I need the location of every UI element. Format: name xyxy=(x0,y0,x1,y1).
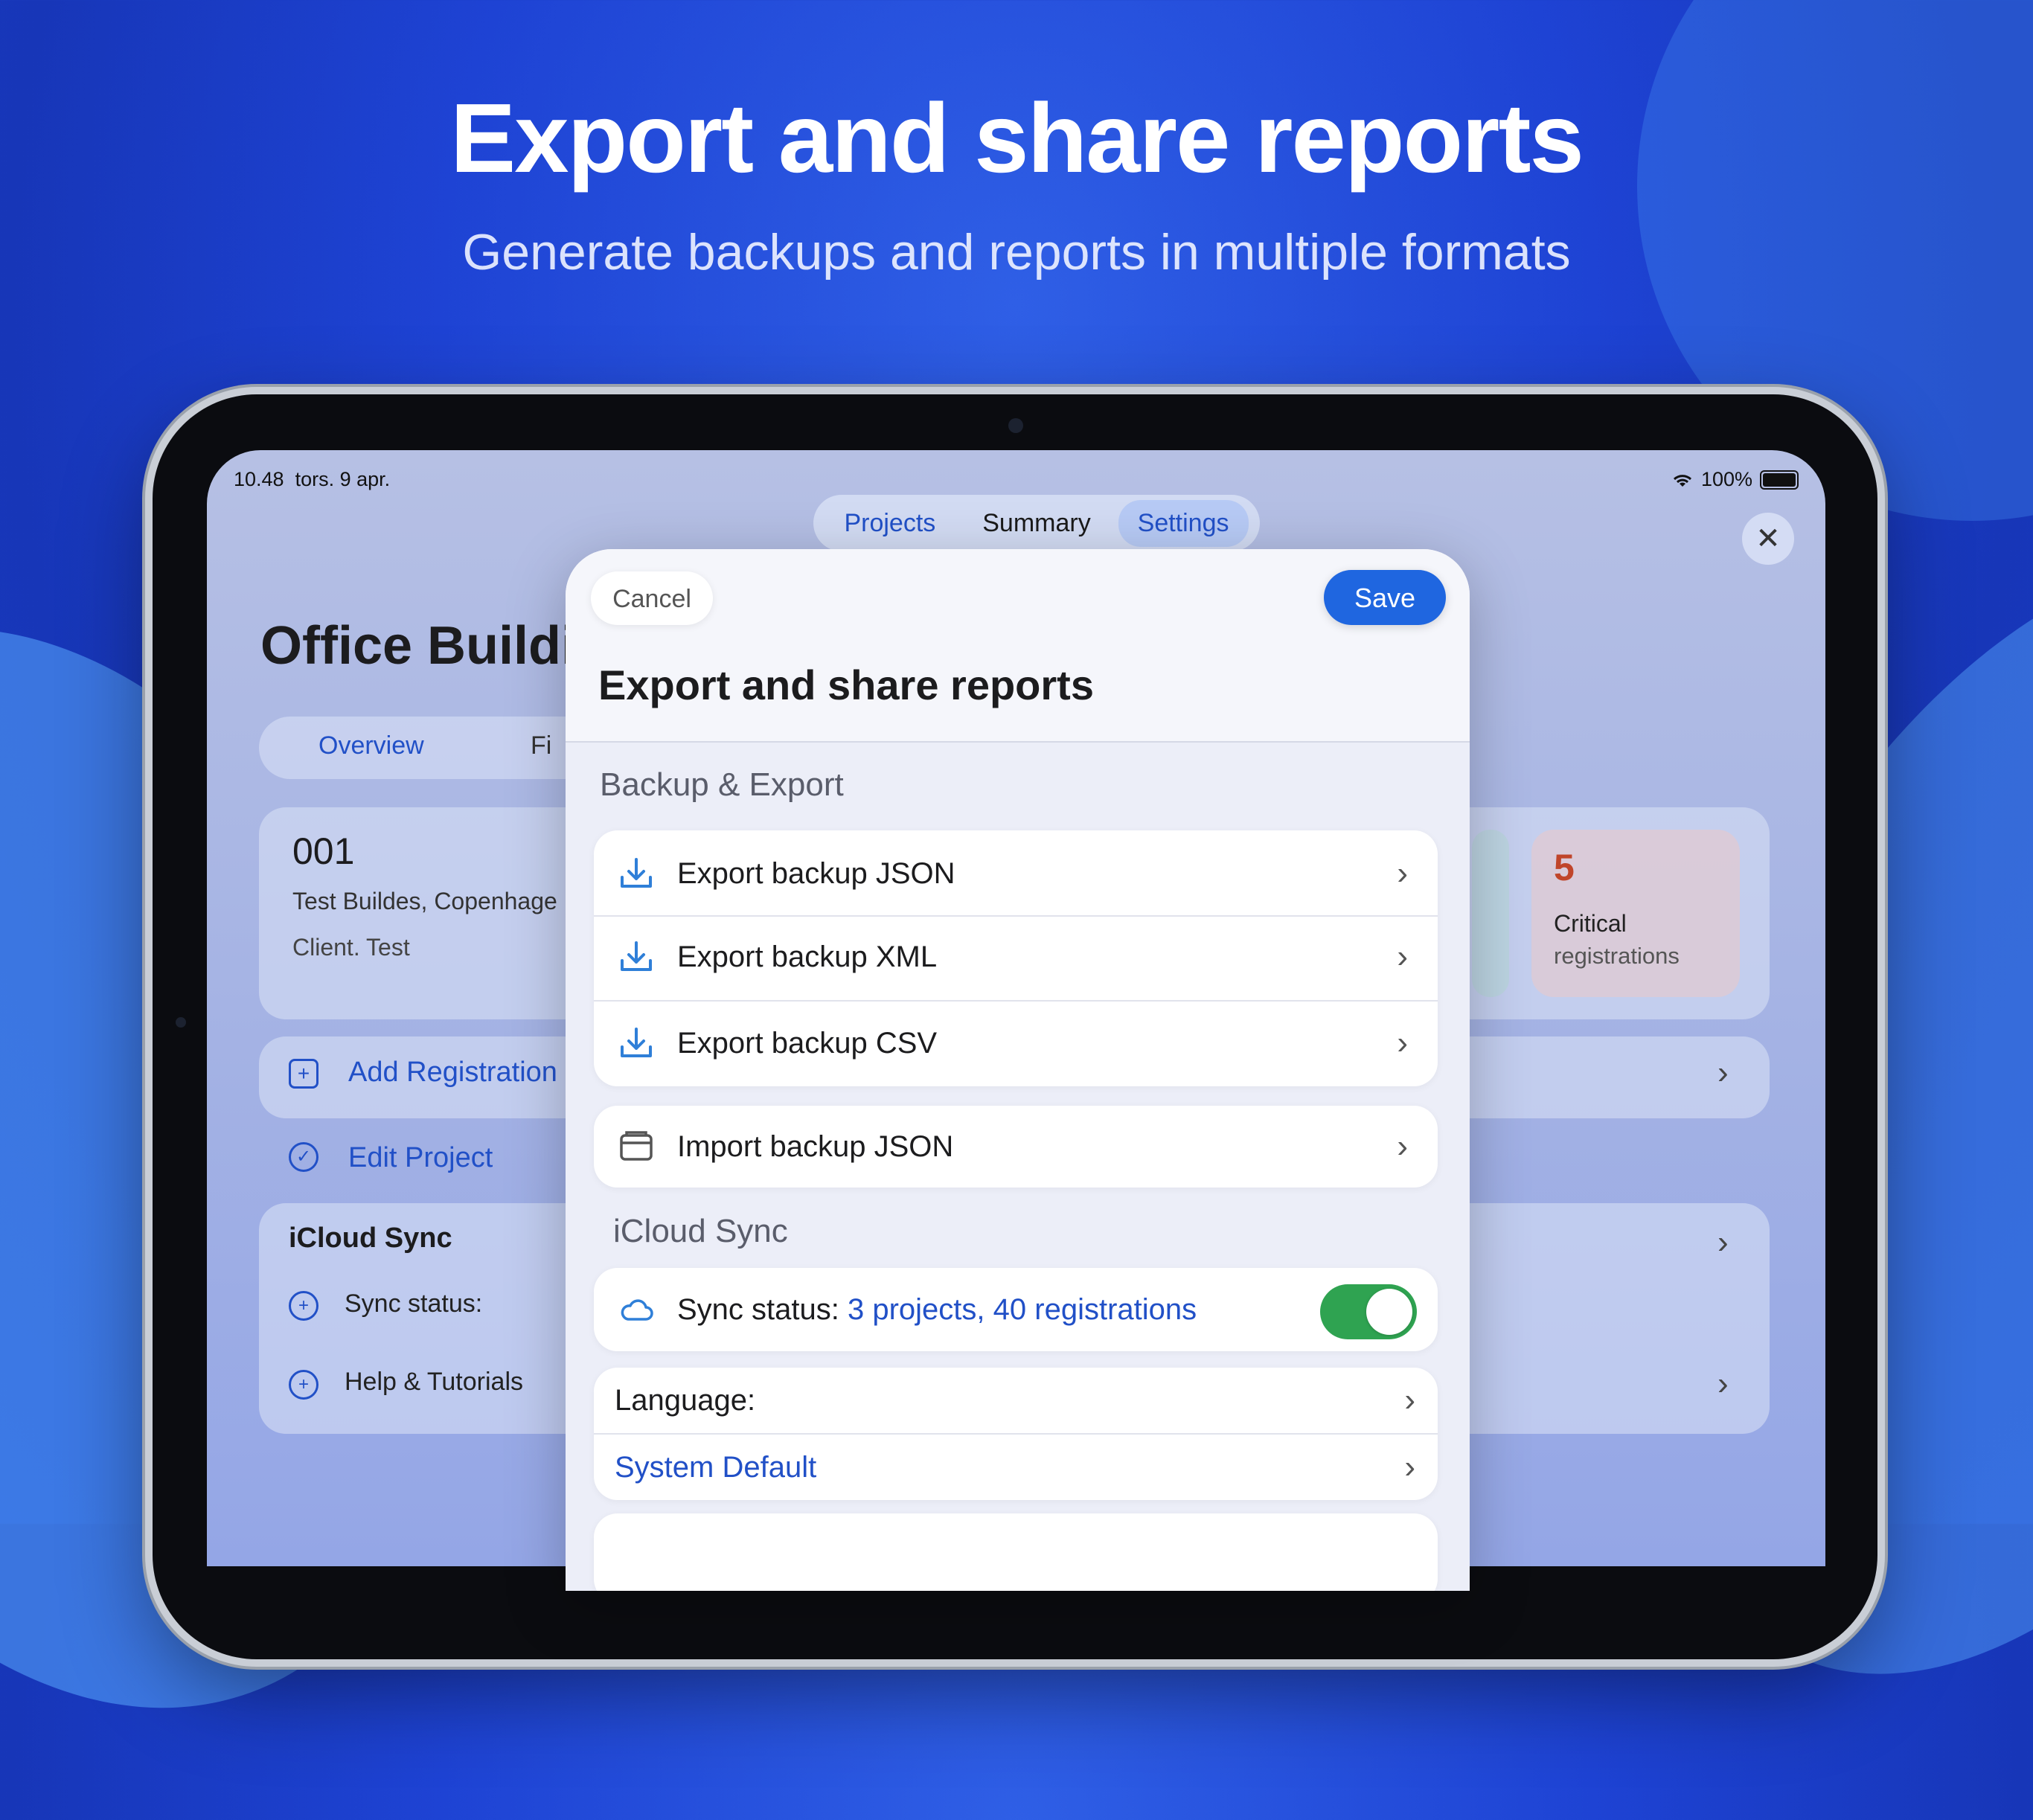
side-camera xyxy=(176,1017,186,1028)
icloud-sync-toggle[interactable] xyxy=(1320,1284,1417,1339)
sheet-title: Export and share reports xyxy=(598,661,1094,708)
export-csv-row[interactable]: Export backup CSV › xyxy=(594,1003,1438,1083)
language-label: Language: xyxy=(615,1383,756,1417)
next-settings-group xyxy=(594,1513,1438,1591)
battery-percentage: 100% xyxy=(1700,468,1752,490)
export-xml-label: Export backup XML xyxy=(677,940,938,973)
export-sheet: Cancel Save Export and share reports Bac… xyxy=(566,549,1470,1591)
wifi-icon xyxy=(1673,474,1691,487)
tab-overview[interactable]: Overview xyxy=(318,731,424,760)
tab-settings[interactable]: Settings xyxy=(1118,499,1249,547)
divider xyxy=(594,1000,1438,1002)
stat-card xyxy=(1472,830,1509,997)
promo-subline: Generate backups and reports in multiple… xyxy=(462,224,1571,281)
critical-sublabel: registrations xyxy=(1554,943,1680,969)
help-tutorials-label[interactable]: Help & Tutorials xyxy=(345,1368,523,1397)
sync-status-text: Sync status: 3 projects, 40 registration… xyxy=(677,1293,1197,1327)
chevron-right-icon: › xyxy=(1404,1449,1415,1485)
download-icon xyxy=(621,941,652,971)
sync-status-label: Sync status: xyxy=(677,1292,839,1326)
language-value: System Default xyxy=(615,1450,817,1484)
chevron-right-icon: › xyxy=(1717,1224,1729,1260)
chevron-right-icon: › xyxy=(1404,1382,1415,1418)
edit-project-icon: ✓ xyxy=(289,1142,318,1172)
sync-status-icon: + xyxy=(289,1291,318,1321)
download-icon xyxy=(621,1028,652,1057)
status-date: tors. 9 apr. xyxy=(295,468,391,490)
chevron-right-icon: › xyxy=(1397,1025,1408,1061)
chevron-right-icon: › xyxy=(1397,1128,1408,1164)
tab-summary[interactable]: Summary xyxy=(963,500,1110,547)
backup-section-title: Backup & Export xyxy=(600,766,844,803)
archive-icon xyxy=(620,1131,653,1161)
chevron-right-icon: › xyxy=(1717,1054,1729,1091)
project-client: Client. Test xyxy=(292,934,410,961)
help-icon: + xyxy=(289,1370,318,1400)
add-registration-icon: + xyxy=(289,1059,318,1089)
status-time-date: 10.48 tors. 9 apr. xyxy=(234,468,390,491)
cancel-button[interactable]: Cancel xyxy=(591,571,713,625)
status-time: 10.48 xyxy=(234,468,284,490)
sheet-header: Cancel Save Export and share reports xyxy=(566,549,1470,743)
close-button[interactable]: ✕ xyxy=(1742,513,1794,565)
close-icon: ✕ xyxy=(1755,522,1781,555)
status-right: 100% xyxy=(1671,468,1799,491)
battery-icon xyxy=(1760,470,1799,490)
import-json-label: Import backup JSON xyxy=(677,1130,954,1163)
chevron-right-icon: › xyxy=(1397,855,1408,891)
top-segmented-control: Projects Summary Settings xyxy=(813,495,1260,551)
edit-project-link[interactable]: Edit Project xyxy=(348,1142,493,1174)
critical-count: 5 xyxy=(1554,847,1575,888)
export-json-row[interactable]: Export backup JSON › xyxy=(594,833,1438,914)
import-group: Import backup JSON › xyxy=(594,1106,1438,1188)
sync-status-label: Sync status: xyxy=(345,1289,483,1318)
front-camera xyxy=(1008,418,1023,433)
sync-status-row: Sync status: 3 projects, 40 registration… xyxy=(594,1269,1438,1350)
project-number: 001 xyxy=(292,830,355,872)
sync-status-value: 3 projects, 40 registrations xyxy=(848,1292,1197,1326)
export-csv-label: Export backup CSV xyxy=(677,1026,938,1060)
export-group: Export backup JSON › Export backup XML ›… xyxy=(594,830,1438,1086)
language-row[interactable]: Language: › xyxy=(594,1368,1438,1433)
language-group: Language: › System Default › xyxy=(594,1368,1438,1500)
tab-findings[interactable]: Fi xyxy=(531,731,551,760)
chevron-right-icon: › xyxy=(1717,1365,1729,1402)
project-address: Test Buildes, Copenhage xyxy=(292,888,557,914)
tab-projects[interactable]: Projects xyxy=(825,500,955,547)
icloud-section-title: iCloud Sync xyxy=(289,1223,452,1254)
cloud-icon xyxy=(621,1299,653,1321)
download-icon xyxy=(621,858,652,888)
language-value-row[interactable]: System Default › xyxy=(594,1435,1438,1500)
save-button[interactable]: Save xyxy=(1324,570,1446,625)
promo-headline: Export and share reports xyxy=(450,83,1584,193)
import-json-row[interactable]: Import backup JSON › xyxy=(594,1106,1438,1187)
icloud-section-title: iCloud Sync xyxy=(613,1213,788,1249)
toggle-knob xyxy=(1366,1289,1412,1335)
critical-label: Critical xyxy=(1554,910,1627,937)
sync-group: Sync status: 3 projects, 40 registration… xyxy=(594,1268,1438,1351)
chevron-right-icon: › xyxy=(1397,938,1408,975)
add-registration-link[interactable]: Add Registration xyxy=(348,1057,557,1089)
export-json-label: Export backup JSON xyxy=(677,856,955,890)
export-xml-row[interactable]: Export backup XML › xyxy=(594,917,1438,997)
project-title: Office Buildi xyxy=(260,616,577,676)
